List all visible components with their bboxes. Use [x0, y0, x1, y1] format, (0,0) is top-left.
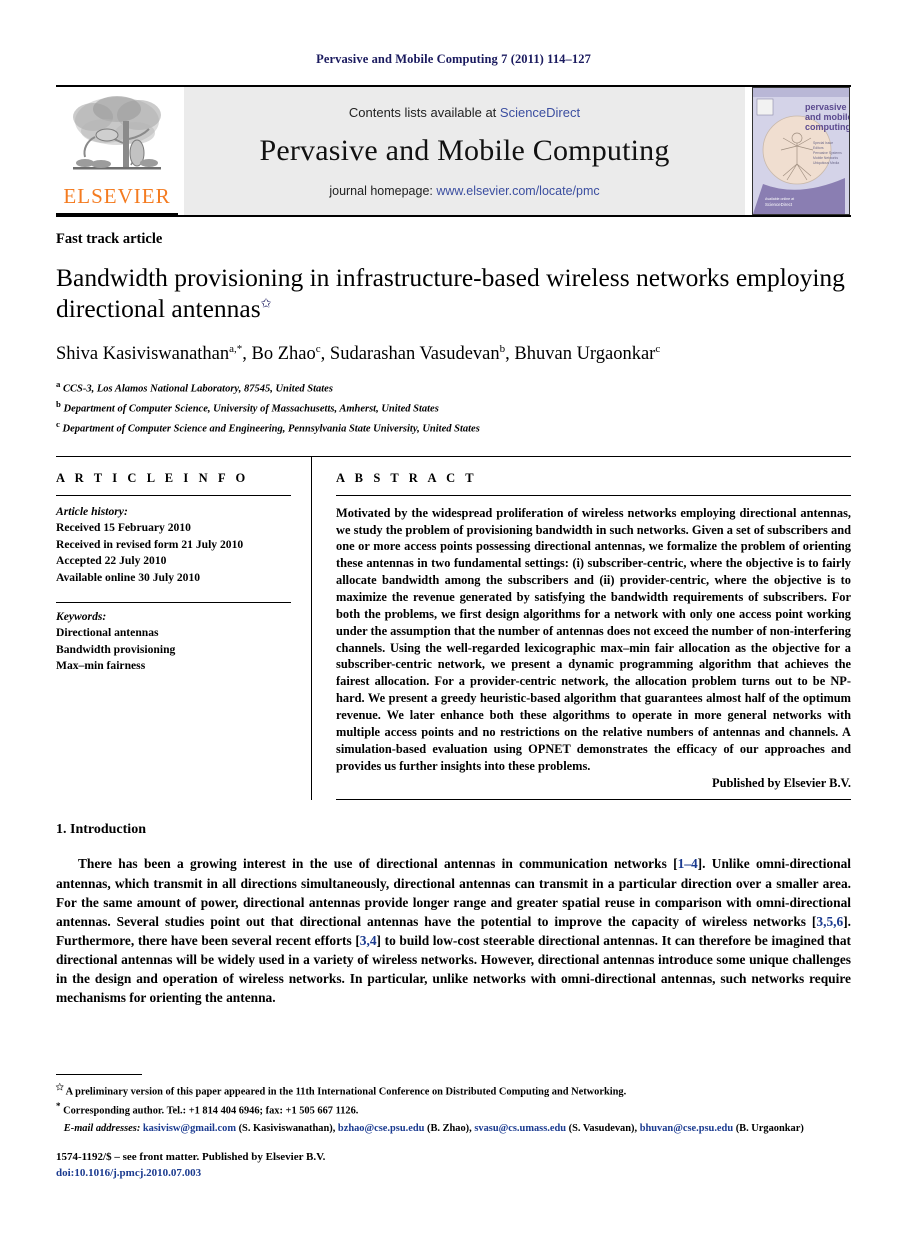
- affiliation-item: b Department of Computer Science, Univer…: [56, 398, 851, 418]
- email-link[interactable]: kasivisw@gmail.com: [143, 1123, 236, 1134]
- keywords-rule: [56, 601, 291, 603]
- cover-art-icon: pervasive and mobile computing Special I…: [753, 88, 849, 214]
- contents-prefix: Contents lists available at: [348, 104, 500, 120]
- abstract-column: A B S T R A C T Motivated by the widespr…: [311, 456, 851, 801]
- banner-bottom-rule: [56, 215, 851, 217]
- paper-title-text: Bandwidth provisioning in infrastructure…: [56, 263, 845, 324]
- footnote-star-text: A preliminary version of this paper appe…: [65, 1086, 627, 1098]
- email-addresses-label: E-mail addresses:: [63, 1122, 141, 1134]
- citation-link[interactable]: 3,5,6: [816, 914, 843, 929]
- abstract-text: Motivated by the widespread proliferatio…: [336, 505, 851, 773]
- keyword-item: Bandwidth provisioning: [56, 642, 176, 656]
- affiliation-list: a CCS-3, Los Alamos National Laboratory,…: [56, 378, 851, 437]
- section-heading-introduction: 1. Introduction: [56, 822, 146, 838]
- journal-cover-thumbnail: pervasive and mobile computing Special I…: [752, 87, 850, 215]
- article-history-label: Article history:: [56, 504, 128, 518]
- svg-text:Mobile Networks: Mobile Networks: [813, 156, 838, 160]
- svg-text:ScienceDirect: ScienceDirect: [765, 202, 793, 207]
- svg-text:pervasive: pervasive: [805, 102, 847, 112]
- keywords-group: Keywords: Directional antennas Bandwidth…: [56, 609, 291, 675]
- article-type-label: Fast track article: [56, 231, 163, 247]
- article-history-group: Article history: Received 15 February 20…: [56, 504, 291, 586]
- article-info-heading: A R T I C L E I N F O: [56, 470, 249, 485]
- svg-text:Ubiquitous Media: Ubiquitous Media: [813, 161, 839, 165]
- affiliation-text: Department of Computer Science and Engin…: [62, 423, 480, 435]
- journal-cover-cell: pervasive and mobile computing Special I…: [751, 87, 851, 215]
- title-footnote-marker[interactable]: ✩: [261, 296, 272, 311]
- email-owner: (S. Vasudevan): [568, 1122, 635, 1134]
- elsevier-tree-icon: [73, 96, 161, 170]
- journal-article-page: Pervasive and Mobile Computing 7 (2011) …: [0, 0, 907, 1238]
- footnote-star-marker: ✩: [56, 1082, 64, 1093]
- email-owner: (S. Kasiviswanathan): [238, 1122, 333, 1134]
- svg-text:and mobile: and mobile: [805, 112, 849, 122]
- abstract-heading: A B S T R A C T: [336, 470, 478, 485]
- info-abstract-block: A R T I C L E I N F O Article history: R…: [56, 455, 851, 801]
- affiliation-item: a CCS-3, Los Alamos National Laboratory,…: [56, 378, 851, 398]
- history-item: Received in revised form 21 July 2010: [56, 537, 244, 551]
- front-matter-line: 1574-1192/$ – see front matter. Publishe…: [56, 1151, 326, 1164]
- elsevier-logo: ELSEVIER: [56, 87, 178, 215]
- svg-text:Special Issue: Special Issue: [813, 141, 833, 145]
- introduction-paragraph: There has been a growing interest in the…: [56, 854, 851, 1006]
- footnote-emails: E-mail addresses: kasivisw@gmail.com (S.…: [63, 1122, 804, 1134]
- author-affiliation-marker: c: [315, 343, 321, 356]
- homepage-prefix: journal homepage:: [329, 183, 437, 198]
- abstract-bottom-rule: [336, 799, 851, 801]
- front-matter-block: 1574-1192/$ – see front matter. Publishe…: [56, 1150, 851, 1182]
- keyword-item: Max–min fairness: [56, 659, 146, 673]
- keywords-label: Keywords:: [56, 609, 107, 623]
- author-affiliation-marker: a,*: [229, 343, 243, 356]
- affiliation-marker: b: [56, 399, 61, 410]
- affiliation-marker: a: [56, 379, 61, 390]
- history-item: Available online 30 July 2010: [56, 570, 201, 584]
- affiliation-text: Department of Computer Science, Universi…: [63, 403, 439, 415]
- affiliation-text: CCS-3, Los Alamos National Laboratory, 8…: [63, 383, 333, 395]
- author-affiliation-marker: c: [655, 343, 661, 356]
- contents-available-line: Contents lists available at ScienceDirec…: [349, 105, 580, 120]
- article-info-column: A R T I C L E I N F O Article history: R…: [56, 457, 311, 801]
- footnote-rule: [56, 1074, 142, 1076]
- running-head: Pervasive and Mobile Computing 7 (2011) …: [316, 52, 591, 66]
- email-link[interactable]: bhuvan@cse.psu.edu: [640, 1123, 733, 1134]
- svg-text:Available online at: Available online at: [765, 197, 794, 201]
- email-link[interactable]: svasu@cs.umass.edu: [474, 1123, 566, 1134]
- abstract-rule: [336, 494, 851, 496]
- elsevier-wordmark: ELSEVIER: [63, 184, 171, 208]
- affiliation-item: c Department of Computer Science and Eng…: [56, 418, 851, 438]
- journal-banner-center: Contents lists available at ScienceDirec…: [184, 87, 745, 215]
- sciencedirect-link[interactable]: ScienceDirect: [500, 105, 580, 120]
- keyword-item: Directional antennas: [56, 626, 159, 640]
- abstract-publisher-note: Published by Elsevier B.V.: [712, 776, 851, 791]
- info-rule: [56, 494, 291, 496]
- citation-link[interactable]: 3,4: [360, 933, 377, 948]
- email-owner: (B. Urgaonkar): [735, 1122, 804, 1134]
- author-list: Shiva Kasiviswanathana,*, Bo Zhaoc, Suda…: [56, 343, 661, 365]
- svg-text:Pervasive Systems: Pervasive Systems: [813, 151, 842, 155]
- svg-text:computing: computing: [805, 122, 849, 132]
- svg-text:Editors: Editors: [813, 146, 824, 150]
- history-item: Accepted 22 July 2010: [56, 554, 167, 568]
- page-title: Bandwidth provisioning in infrastructure…: [56, 262, 851, 324]
- affiliation-marker: c: [56, 418, 60, 429]
- citation-link[interactable]: 1–4: [678, 856, 698, 871]
- footnote-corresponding-text: Corresponding author. Tel.: +1 814 404 6…: [63, 1105, 359, 1117]
- journal-title: Pervasive and Mobile Computing: [259, 133, 670, 167]
- history-item: Received 15 February 2010: [56, 521, 191, 535]
- footnote-area: ✩ A preliminary version of this paper ap…: [56, 1074, 851, 1182]
- email-owner: (B. Zhao): [427, 1122, 470, 1134]
- journal-banner: ELSEVIER Contents lists available at Sci…: [56, 85, 851, 217]
- journal-homepage-line: journal homepage: www.elsevier.com/locat…: [329, 184, 599, 198]
- email-link[interactable]: bzhao@cse.psu.edu: [338, 1123, 424, 1134]
- author-affiliation-marker: b: [499, 343, 506, 356]
- doi-link[interactable]: doi:10.1016/j.pmcj.2010.07.003: [56, 1166, 851, 1182]
- footnote-star: ✩ A preliminary version of this paper ap…: [56, 1081, 851, 1100]
- footnote-corresponding-marker: *: [56, 1101, 61, 1112]
- journal-homepage-link[interactable]: www.elsevier.com/locate/pmc: [436, 184, 599, 198]
- par-text: There has been a growing interest in the…: [78, 856, 678, 872]
- footnote-corresponding: * Corresponding author. Tel.: +1 814 404…: [56, 1100, 851, 1119]
